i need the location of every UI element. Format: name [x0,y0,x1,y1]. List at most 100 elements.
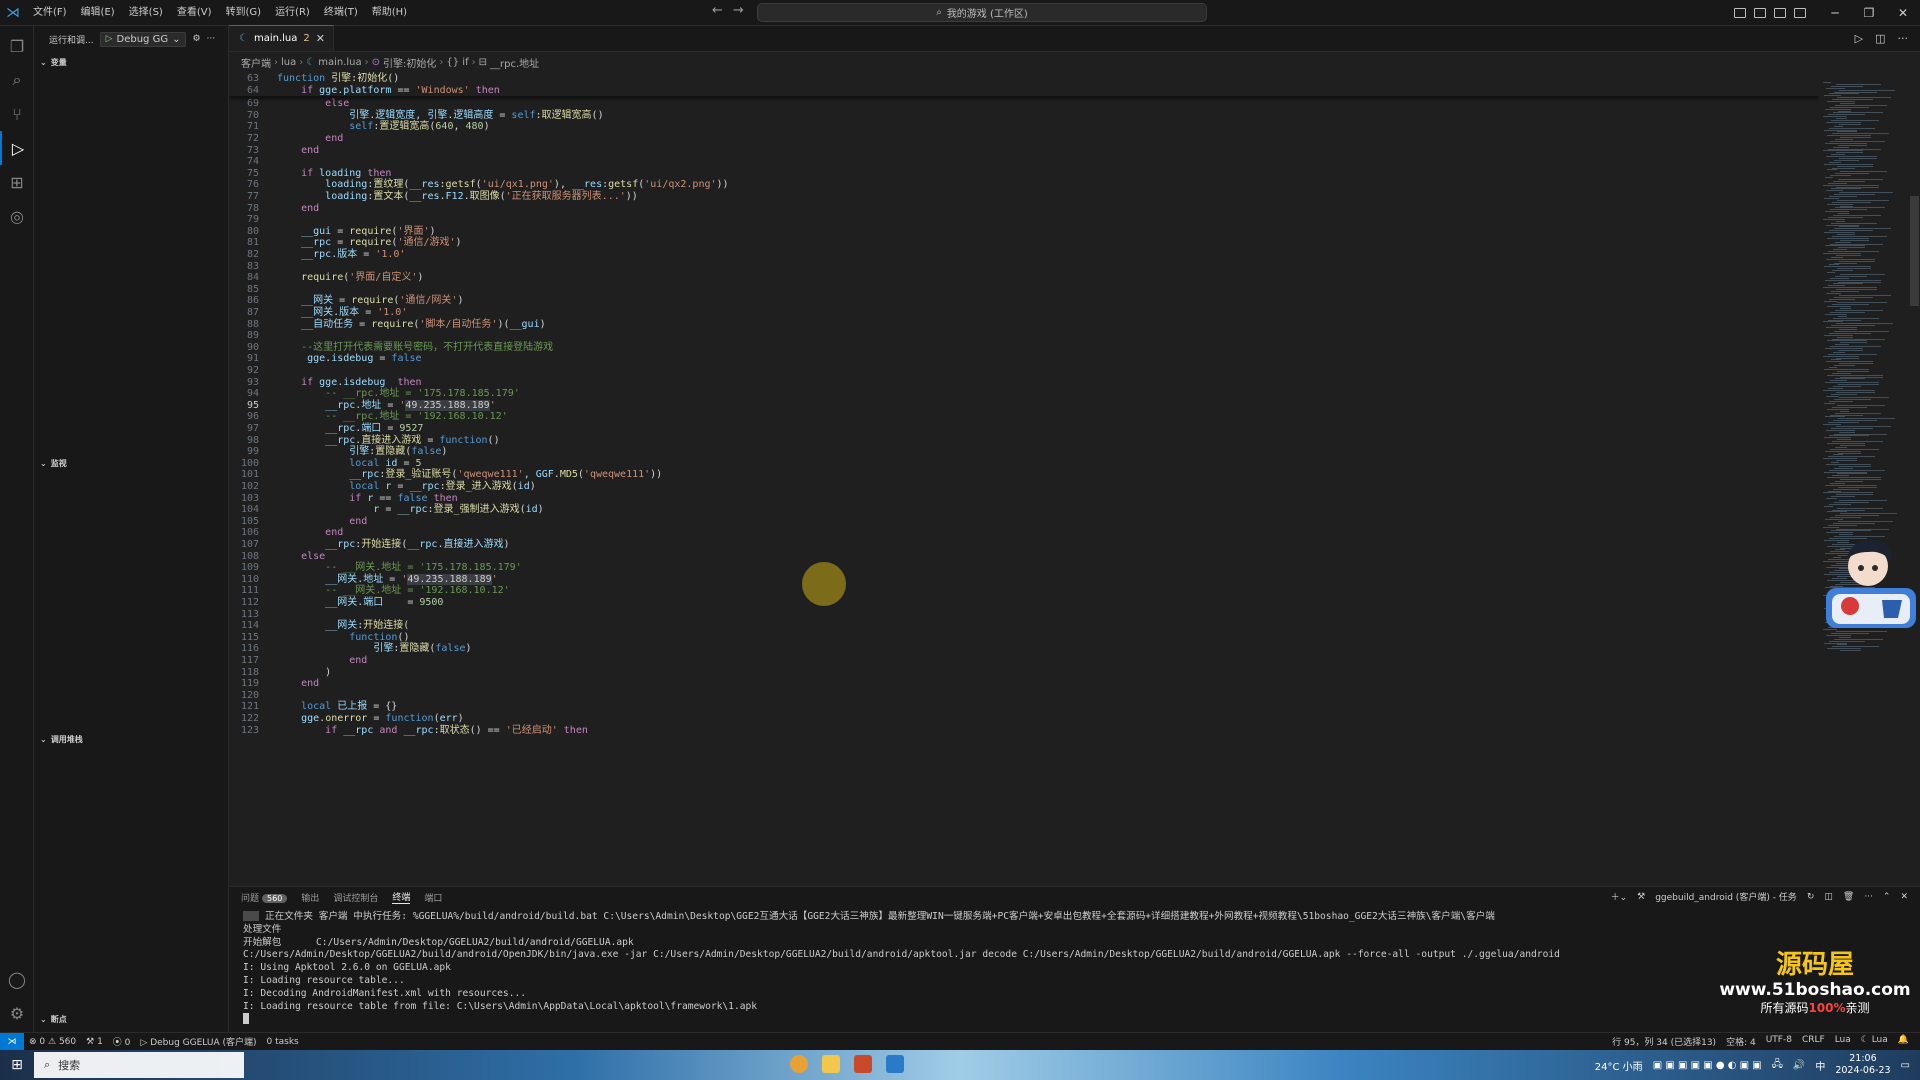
run-file-icon[interactable]: ▷ [1855,32,1863,45]
menu-view[interactable]: 查看(V) [170,0,219,26]
tools-status[interactable]: ⚒ 1 [81,1037,108,1047]
new-terminal-icon[interactable]: ＋⌄ [1611,890,1628,903]
debug-settings-gear-icon[interactable]: ⚙ [192,34,200,44]
forward-arrow-icon[interactable]: → [733,3,744,18]
menu-run[interactable]: 运行(R) [268,0,317,26]
close-tab-icon[interactable]: ✕ [316,32,325,45]
close-window-button[interactable]: ✕ [1886,6,1920,20]
menu-help[interactable]: 帮助(H) [365,0,414,26]
end-of-line[interactable]: CRLF [1797,1035,1830,1048]
cursor-position[interactable]: 行 95，列 34 (已选择13) [1607,1035,1721,1048]
breadcrumb-item[interactable]: 引擎:初始化 [383,55,436,70]
breadcrumb-item[interactable]: lua [281,57,296,68]
close-panel-icon[interactable]: ✕ [1900,892,1908,902]
sublime-app-icon[interactable] [854,1055,872,1073]
section-variables[interactable]: ⌄ 变量 [34,52,229,72]
breadcrumb-item[interactable]: 客户端 [241,55,271,70]
customize-layout-icon[interactable] [1794,8,1806,18]
tab-debug-console[interactable]: 调试控制台 [333,891,378,904]
tab-ports[interactable]: 端口 [424,891,442,904]
more-actions-icon[interactable]: ··· [1864,892,1873,902]
restore-button[interactable]: ❐ [1852,6,1886,20]
tab-terminal[interactable]: 终端 [392,890,411,904]
editor-scrollbar[interactable] [1910,196,1919,306]
search-view-icon[interactable]: ⌕ [0,63,34,97]
menu-file[interactable]: 文件(F) [26,0,74,26]
code-line[interactable]: 64 if gge.platform == 'Windows' then [229,84,1819,98]
terminal-output[interactable]: 正在文件夹 客户端 中执行任务: %GGELUA%/build/android/… [229,907,1920,1026]
file-explorer-app-icon[interactable] [822,1055,840,1073]
debug-status[interactable]: ▷ Debug GGELUA (客户端) [135,1035,261,1048]
minimap-line [1837,165,1873,167]
network-icon[interactable]: 🖧 [1772,1057,1783,1074]
tab-output[interactable]: 输出 [301,891,319,904]
more-actions-icon[interactable]: ··· [1898,32,1909,45]
settings-gear-icon[interactable]: ⚙ [0,996,34,1030]
remote-explorer-icon[interactable]: ◎ [0,199,34,233]
minimap[interactable] [1819,72,1909,886]
minimap-line [1829,640,1865,642]
kill-terminal-icon[interactable]: 🗑 [1843,892,1854,902]
section-callstack[interactable]: ⌄ 调用堆栈 [34,729,229,749]
taskbar-search[interactable]: ⌕ 搜索 [34,1052,244,1078]
command-center-search[interactable]: ⌕ 我的游戏 (工作区) [757,3,1207,22]
clock[interactable]: 21:06 2024-06-23 [1835,1053,1890,1077]
notifications-bell-icon[interactable]: 🔔 [1893,1035,1914,1048]
code-editor[interactable]: 63 function 引擎:初始化() 64 if gge.platform ==… [229,72,1819,886]
source-control-icon[interactable]: ⑂ [0,97,34,131]
toggle-secondary-sidebar-icon[interactable] [1774,8,1786,18]
line-number: 123 [240,724,259,736]
code-line[interactable]: 123 if __rpc and __rpc:取状态() == '已经启动' t… [229,724,1819,738]
minimap-line [1835,207,1885,209]
breadcrumb-item[interactable]: __rpc.地址 [490,55,539,70]
notification-center-icon[interactable]: ▭ [1901,1060,1910,1071]
section-watch[interactable]: ⌄ 监视 [34,453,229,473]
toggle-primary-sidebar-icon[interactable] [1734,8,1746,18]
chrome-app-icon[interactable] [790,1055,808,1073]
ports-status[interactable]: ⦿ 0 [108,1035,136,1048]
windows-start-icon[interactable]: ⊞ [0,1050,34,1080]
vscode-app-icon[interactable] [886,1055,904,1073]
back-arrow-icon[interactable]: ← [712,3,723,18]
lua-language-server-status[interactable]: ☾ Lua [1856,1035,1893,1048]
remote-indicator-icon[interactable]: ⋊ [0,1032,24,1051]
run-debug-icon[interactable]: ▷ [0,131,34,165]
encoding[interactable]: UTF-8 [1761,1035,1797,1048]
split-editor-icon[interactable]: ◫ [1875,32,1885,45]
terminal-task-name[interactable]: ggebuild_android (客户端) - 任务 [1655,890,1797,903]
tools-icon: ⚒ [1637,891,1646,902]
breadcrumb-item[interactable]: main.lua [318,57,361,68]
minimap-line [1837,405,1885,406]
minimize-button[interactable]: ─ [1818,6,1852,20]
section-breakpoints[interactable]: ⌄ 断点 [34,1009,229,1029]
ime-indicator[interactable]: 中 [1815,1058,1825,1073]
weather-widget[interactable]: 24°C 小雨 [1595,1058,1643,1073]
debug-config-select[interactable]: ▷ Debug GG ⌄ [99,31,187,47]
volume-icon[interactable]: 🔊 [1793,1060,1805,1071]
toggle-panel-icon[interactable] [1754,8,1766,18]
menu-selection[interactable]: 选择(S) [122,0,170,26]
code-token: local [349,457,386,469]
extensions-icon[interactable]: ⊞ [0,165,34,199]
account-icon[interactable]: ◯ [0,962,34,996]
explorer-icon[interactable]: ❐ [0,29,34,63]
minimap-line [1833,488,1859,490]
minimap-line [1839,363,1873,365]
menu-edit[interactable]: 编辑(E) [74,0,122,26]
restart-icon[interactable]: ↻ [1807,892,1815,902]
tasks-status[interactable]: 0 tasks [262,1037,304,1047]
language-mode[interactable]: Lua [1830,1035,1856,1048]
menu-go[interactable]: 转到(G) [219,0,269,26]
tab-problems[interactable]: 问题 560 [241,891,288,904]
indentation[interactable]: 空格: 4 [1721,1035,1761,1048]
tab-main-lua[interactable]: ☾ main.lua 2 ✕ [229,25,334,51]
problems-status[interactable]: ⊗ 0 ⚠ 560 [24,1037,81,1047]
split-terminal-icon[interactable]: ◫ [1824,892,1833,902]
breadcrumb-item[interactable]: {} if [446,57,468,68]
start-debug-icon[interactable]: ▷ [106,34,113,44]
tray-icons[interactable]: ▣ ▣ ▣ ▣ ▣ ● ◐ ▣ ▣ [1653,1060,1762,1071]
panel-tabs: 问题 560 输出 调试控制台 终端 端口 ＋⌄ ⚒ ggebuild_andro… [229,887,1920,907]
menu-terminal[interactable]: 终端(T) [317,0,365,26]
maximize-panel-icon[interactable]: ⌃ [1883,892,1891,902]
more-actions-icon[interactable]: ··· [207,34,216,44]
